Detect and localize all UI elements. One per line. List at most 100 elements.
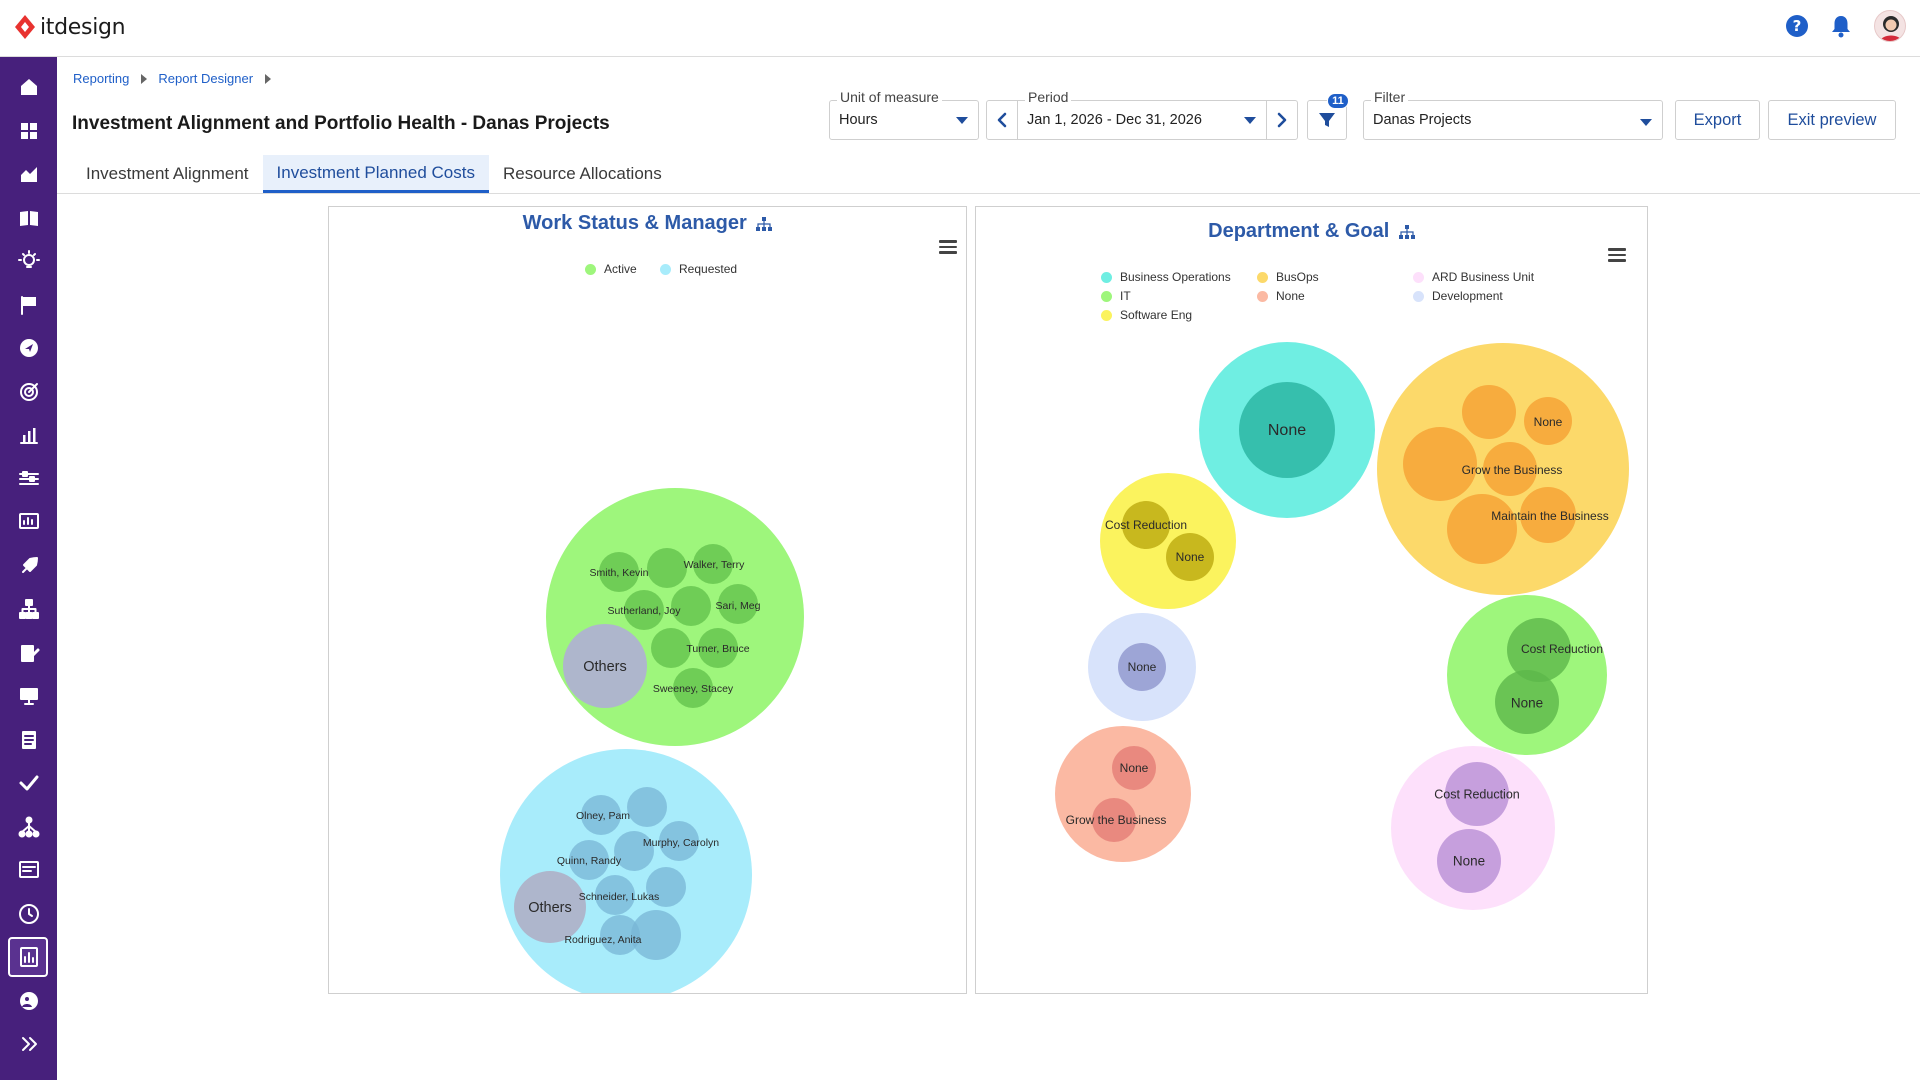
node-bubble[interactable] bbox=[1447, 494, 1517, 564]
breadcrumb-separator-icon bbox=[141, 73, 148, 84]
nav-metrics[interactable] bbox=[0, 502, 57, 542]
tabs-divider bbox=[57, 193, 1920, 194]
nav-analytics[interactable] bbox=[0, 154, 57, 194]
node-label: None bbox=[1128, 660, 1157, 674]
period-select[interactable]: Jan 1, 2026 - Dec 31, 2026 bbox=[1017, 100, 1267, 140]
group-bubble[interactable] bbox=[1100, 473, 1236, 609]
unit-of-measure-select[interactable]: Hours bbox=[829, 100, 979, 140]
node-label: Smith, Kevin bbox=[590, 567, 649, 579]
checkmark-icon bbox=[19, 775, 38, 791]
work-status-manager-chart: Work Status & Manager Active Requested S… bbox=[328, 206, 967, 994]
breadcrumb-report-designer[interactable]: Report Designer bbox=[158, 71, 253, 86]
export-button[interactable]: Export bbox=[1675, 100, 1760, 140]
report-designer-icon bbox=[19, 947, 38, 967]
node-label: Quinn, Randy bbox=[557, 855, 622, 867]
node-bubble[interactable] bbox=[647, 548, 687, 588]
app-logo[interactable]: itdesign bbox=[14, 14, 126, 40]
bell-icon[interactable] bbox=[1830, 14, 1852, 38]
period-label: Period bbox=[1025, 89, 1072, 105]
presentation-icon bbox=[19, 688, 38, 705]
double-chevron-right-icon bbox=[21, 1037, 37, 1051]
user-avatar[interactable] bbox=[1874, 10, 1906, 42]
nav-expand[interactable] bbox=[0, 1024, 57, 1064]
nav-send[interactable] bbox=[0, 328, 57, 368]
tab-investment-alignment[interactable]: Investment Alignment bbox=[72, 155, 263, 193]
node-label: Sari, Meg bbox=[716, 600, 761, 612]
node-bubble[interactable] bbox=[627, 787, 667, 827]
nav-launch[interactable] bbox=[0, 546, 57, 586]
breadcrumb: Reporting Report Designer bbox=[73, 71, 282, 86]
monitor-chart-icon bbox=[18, 513, 39, 529]
group-bubble[interactable] bbox=[1055, 726, 1191, 862]
dashboard-icon bbox=[20, 123, 37, 139]
nav-presentation[interactable] bbox=[0, 676, 57, 716]
node-label: Sweeney, Stacey bbox=[653, 683, 734, 695]
document-icon bbox=[21, 731, 36, 749]
nav-goals[interactable] bbox=[0, 285, 57, 325]
lightbulb-icon bbox=[17, 250, 40, 268]
unit-of-measure-value: Hours bbox=[839, 112, 878, 128]
roadmap-icon bbox=[18, 471, 39, 485]
node-label: Sutherland, Joy bbox=[608, 605, 682, 617]
nav-reports[interactable] bbox=[0, 415, 57, 455]
filter-label: Filter bbox=[1371, 89, 1409, 105]
unit-of-measure-label: Unit of measure bbox=[837, 89, 942, 105]
nav-report-designer[interactable] bbox=[0, 937, 57, 977]
nav-roadmap[interactable] bbox=[0, 459, 57, 499]
sidebar-nav bbox=[0, 57, 57, 1080]
period-value: Jan 1, 2026 - Dec 31, 2026 bbox=[1027, 112, 1202, 128]
breadcrumb-separator-icon bbox=[265, 73, 272, 84]
org-chart-icon bbox=[18, 599, 39, 619]
navigation-icon bbox=[19, 339, 38, 357]
avatar-image bbox=[1879, 16, 1903, 41]
nav-forms[interactable] bbox=[0, 850, 57, 890]
breadcrumb-reporting[interactable]: Reporting bbox=[73, 71, 129, 86]
clipboard-edit-icon bbox=[20, 645, 39, 662]
nav-ideas[interactable] bbox=[0, 241, 57, 281]
nav-timesheets[interactable] bbox=[0, 894, 57, 934]
node-label: None bbox=[1176, 550, 1205, 564]
nav-admin[interactable] bbox=[0, 981, 57, 1021]
nav-library[interactable] bbox=[0, 198, 57, 238]
node-label: Schneider, Lukas bbox=[579, 891, 660, 903]
nav-hierarchy[interactable] bbox=[0, 589, 57, 629]
nav-targets[interactable] bbox=[0, 372, 57, 412]
nav-documents[interactable] bbox=[0, 720, 57, 760]
nav-approvals[interactable] bbox=[0, 763, 57, 803]
node-bubble[interactable] bbox=[651, 628, 691, 668]
top-bar: itdesign ? bbox=[0, 0, 1920, 57]
node-label: Murphy, Carolyn bbox=[643, 837, 719, 849]
nav-tasks[interactable] bbox=[0, 633, 57, 673]
chevron-down-icon bbox=[956, 117, 968, 124]
chevron-right-icon bbox=[1277, 112, 1287, 128]
tab-investment-planned-costs[interactable]: Investment Planned Costs bbox=[262, 155, 489, 193]
target-icon bbox=[19, 383, 38, 401]
node-label: None bbox=[1534, 415, 1563, 429]
nav-dashboard[interactable] bbox=[0, 111, 57, 151]
bubble-plot: None None Grow the Business Maintain the Bu… bbox=[1055, 342, 1629, 910]
logo-icon bbox=[15, 15, 35, 39]
flag-icon bbox=[20, 296, 36, 315]
help-icon[interactable]: ? bbox=[1786, 15, 1808, 37]
bubble-plot: Smith, Kevin Walker, Terry Sutherland, Joy… bbox=[500, 488, 804, 993]
period-prev-button[interactable] bbox=[986, 100, 1018, 140]
filter-count-badge: 11 bbox=[1327, 93, 1349, 109]
book-icon bbox=[19, 211, 38, 226]
group-bubble-requested[interactable] bbox=[500, 749, 752, 993]
nav-structure[interactable] bbox=[0, 807, 57, 847]
filter-select[interactable]: Danas Projects bbox=[1363, 100, 1663, 140]
node-label: Others bbox=[583, 659, 627, 675]
chevron-down-icon bbox=[1640, 119, 1652, 126]
nav-home[interactable] bbox=[0, 67, 57, 107]
bar-chart-icon bbox=[19, 428, 38, 444]
exit-preview-button[interactable]: Exit preview bbox=[1768, 100, 1896, 140]
tab-resource-allocations[interactable]: Resource Allocations bbox=[489, 155, 676, 193]
node-label: Grow the Business bbox=[1066, 813, 1167, 827]
node-label: None bbox=[1511, 696, 1543, 711]
node-label: Cost Reduction bbox=[1434, 787, 1520, 801]
node-bubble[interactable] bbox=[1462, 385, 1516, 439]
area-chart-icon bbox=[20, 167, 37, 182]
node-label: Grow the Business bbox=[1462, 463, 1563, 477]
period-next-button[interactable] bbox=[1266, 100, 1298, 140]
node-label: None bbox=[1120, 761, 1149, 775]
